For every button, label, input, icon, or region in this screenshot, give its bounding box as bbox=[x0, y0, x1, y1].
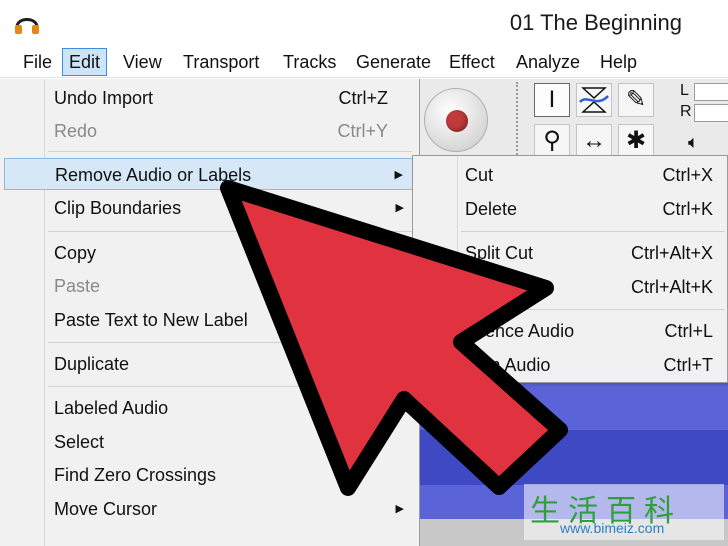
pointer-arrow-icon bbox=[220, 180, 568, 496]
watermark: 生活百科 www.bimeiz.com bbox=[524, 484, 724, 540]
watermark-url: www.bimeiz.com bbox=[560, 520, 665, 536]
